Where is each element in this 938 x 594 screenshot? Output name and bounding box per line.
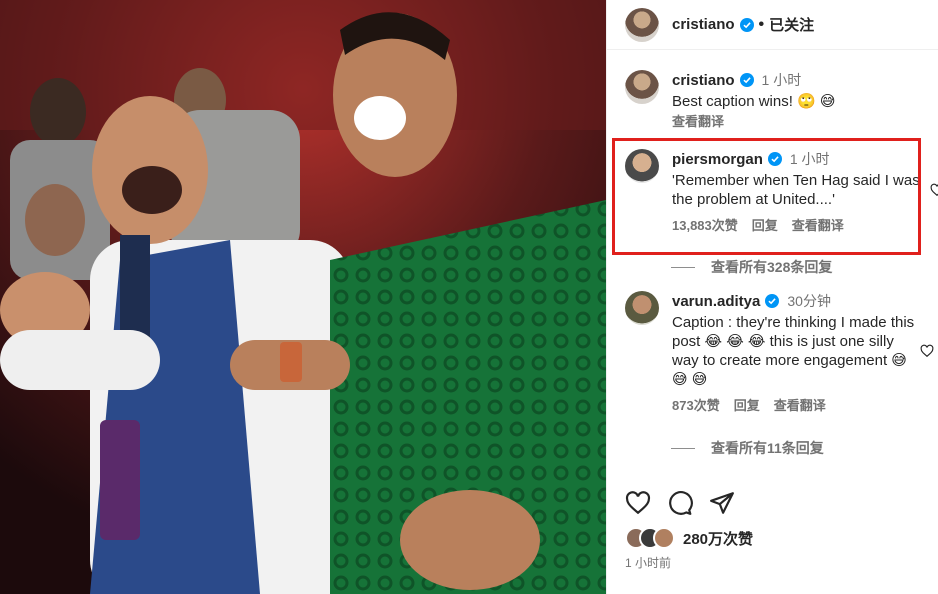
like-heart-icon[interactable] bbox=[625, 490, 651, 516]
see-translation-link[interactable]: 查看翻译 bbox=[774, 398, 826, 413]
avatar[interactable] bbox=[625, 70, 659, 104]
author-username[interactable]: cristiano bbox=[672, 16, 735, 33]
comment-username[interactable]: cristiano bbox=[672, 72, 735, 89]
reply-link[interactable]: 回复 bbox=[734, 398, 760, 413]
share-paper-plane-icon[interactable] bbox=[709, 490, 735, 516]
following-button[interactable]: 已关注 bbox=[769, 14, 814, 35]
comment-text: Caption : they're thinking I made this p… bbox=[672, 314, 915, 388]
verified-badge-icon bbox=[765, 294, 780, 308]
like-comment-icon[interactable] bbox=[920, 344, 934, 358]
post-header: cristiano • 已关注 bbox=[607, 0, 938, 50]
divider bbox=[671, 447, 695, 449]
comment-username[interactable]: varun.aditya bbox=[672, 293, 760, 310]
post-timestamp: 1 小时前 bbox=[625, 556, 672, 570]
like-count[interactable]: 873次赞 bbox=[672, 398, 720, 413]
liker-avatar bbox=[653, 527, 675, 549]
view-replies-link[interactable]: 查看所有328条回复 bbox=[671, 257, 832, 277]
post-photo[interactable] bbox=[0, 0, 606, 594]
likes-count[interactable]: 280万次赞 bbox=[683, 528, 753, 549]
comment-item: varun.aditya 30分钟 Caption : they're think… bbox=[625, 291, 930, 414]
likes-row[interactable]: 280万次赞 bbox=[625, 527, 753, 549]
like-comment-icon[interactable] bbox=[930, 183, 938, 197]
action-bar bbox=[625, 490, 735, 516]
view-replies-label[interactable]: 查看所有11条回复 bbox=[711, 438, 824, 458]
see-translation-link[interactable]: 查看翻译 bbox=[672, 114, 724, 129]
comments-panel: cristiano • 已关注 cristiano 1 小时 Best capti… bbox=[606, 0, 938, 594]
photo-illustration bbox=[0, 0, 606, 594]
comment-bubble-icon[interactable] bbox=[667, 490, 693, 516]
divider bbox=[671, 266, 695, 268]
verified-badge-icon bbox=[739, 73, 754, 87]
separator-dot: • bbox=[758, 15, 765, 33]
highlight-box bbox=[612, 138, 921, 255]
comment-item: cristiano 1 小时 Best caption wins! 🙄 😅 查看翻… bbox=[625, 70, 930, 130]
view-replies-label[interactable]: 查看所有328条回复 bbox=[711, 257, 832, 277]
comment-time: 1 小时 bbox=[761, 72, 802, 88]
comment-time: 30分钟 bbox=[787, 293, 831, 309]
post-viewer: cristiano • 已关注 cristiano 1 小时 Best capti… bbox=[0, 0, 938, 594]
verified-badge-icon bbox=[739, 17, 754, 32]
avatar[interactable] bbox=[625, 7, 659, 42]
avatar[interactable] bbox=[625, 291, 659, 325]
comment-text: Best caption wins! 🙄 😅 bbox=[672, 93, 836, 110]
view-replies-link[interactable]: 查看所有11条回复 bbox=[671, 438, 824, 458]
